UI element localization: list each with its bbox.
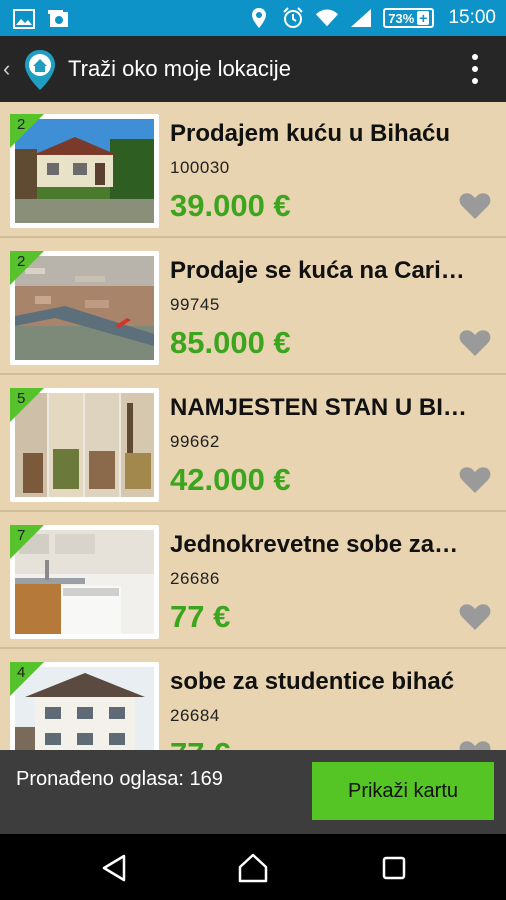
heart-icon[interactable] [459, 329, 491, 357]
back-nav-icon[interactable] [96, 850, 132, 886]
listing-price: 42.000 € [170, 462, 291, 497]
results-footer: Pronađeno oglasa: 169 Prikaži kartu [0, 750, 506, 834]
listing-thumbnail [15, 667, 154, 750]
listing-thumbnail-frame [10, 525, 159, 639]
heart-icon[interactable] [459, 603, 491, 631]
listing-title: Prodaje se kuća na Cari… [170, 257, 465, 284]
heart-icon[interactable] [459, 466, 491, 494]
listing-thumbnail [15, 530, 154, 634]
listing-row[interactable]: 2 Prodajem kuću u Bihaću 100030 39.000 € [0, 102, 506, 238]
listing-thumbnail-frame [10, 251, 159, 365]
photo-count: 5 [17, 390, 26, 407]
recents-nav-icon[interactable] [376, 850, 412, 886]
listing-price: 85.000 € [170, 325, 291, 360]
alarm-icon [281, 6, 305, 30]
row-divider [0, 647, 506, 649]
listing-id: 100030 [170, 158, 230, 177]
up-chevron-icon[interactable]: ‹ [3, 56, 10, 82]
clock-time: 15:00 [448, 7, 496, 28]
app-bar: ‹ Traži oko moje lokacije [0, 36, 506, 102]
listing-title: Prodajem kuću u Bihaću [170, 120, 451, 147]
listing-title: Jednokrevetne sobe za… [170, 531, 459, 558]
listing-price: 77 € [170, 599, 231, 634]
heart-icon[interactable] [459, 740, 491, 750]
row-divider [0, 373, 506, 375]
status-bar: 73% + 15:00 [0, 0, 506, 36]
listing-thumbnail [15, 256, 154, 360]
listing-row[interactable]: 2 Prodaje se kuća na Cari… 99745 85.000 … [0, 239, 506, 375]
listing-id: 99662 [170, 432, 220, 451]
wifi-icon [315, 6, 339, 30]
listing-price: 77 € [170, 736, 230, 750]
system-nav-bar [0, 834, 506, 900]
location-icon [247, 6, 271, 30]
listing-list[interactable]: 2 Prodajem kuću u Bihaću 100030 39.000 € [0, 102, 506, 750]
listing-id: 26686 [170, 569, 220, 588]
listing-id: 26684 [170, 706, 220, 725]
row-divider [0, 236, 506, 238]
signal-icon [349, 6, 373, 30]
listing-title: NAMJESTEN STAN U BI… [170, 394, 467, 421]
listing-thumbnail-frame [10, 114, 159, 228]
row-divider [0, 510, 506, 512]
overflow-menu-icon[interactable] [472, 54, 480, 84]
listing-row[interactable]: 7 Jednokrevetne sobe za… 26686 77 € [0, 513, 506, 649]
photo-count: 4 [17, 664, 26, 681]
listing-price: 39.000 € [170, 188, 291, 223]
show-map-button[interactable]: Prikaži kartu [312, 762, 494, 820]
listing-id: 99745 [170, 295, 220, 314]
photo-count: 7 [17, 527, 26, 544]
listing-row[interactable]: 5 NAMJESTEN STAN U BI… 99662 42.000 € [0, 376, 506, 512]
camera-icon [46, 7, 70, 31]
results-count: Pronađeno oglasa: 169 [16, 768, 223, 790]
listing-thumbnail [15, 119, 154, 223]
listing-title: sobe za studentice bihać [170, 668, 455, 695]
app-logo-icon[interactable] [23, 49, 57, 91]
home-nav-icon[interactable] [235, 850, 271, 886]
page-title: Traži oko moje lokacije [68, 56, 291, 81]
battery-icon: 73% + [383, 8, 435, 28]
listing-thumbnail-frame [10, 662, 159, 750]
listing-row[interactable]: 4 sobe za studentice bihać 26684 77 € [0, 650, 506, 750]
listing-thumbnail-frame [10, 388, 159, 502]
image-icon [12, 7, 36, 31]
photo-count: 2 [17, 253, 26, 270]
listing-thumbnail [15, 393, 154, 497]
photo-count: 2 [17, 116, 26, 133]
heart-icon[interactable] [459, 192, 491, 220]
battery-level: 73% [388, 10, 415, 26]
